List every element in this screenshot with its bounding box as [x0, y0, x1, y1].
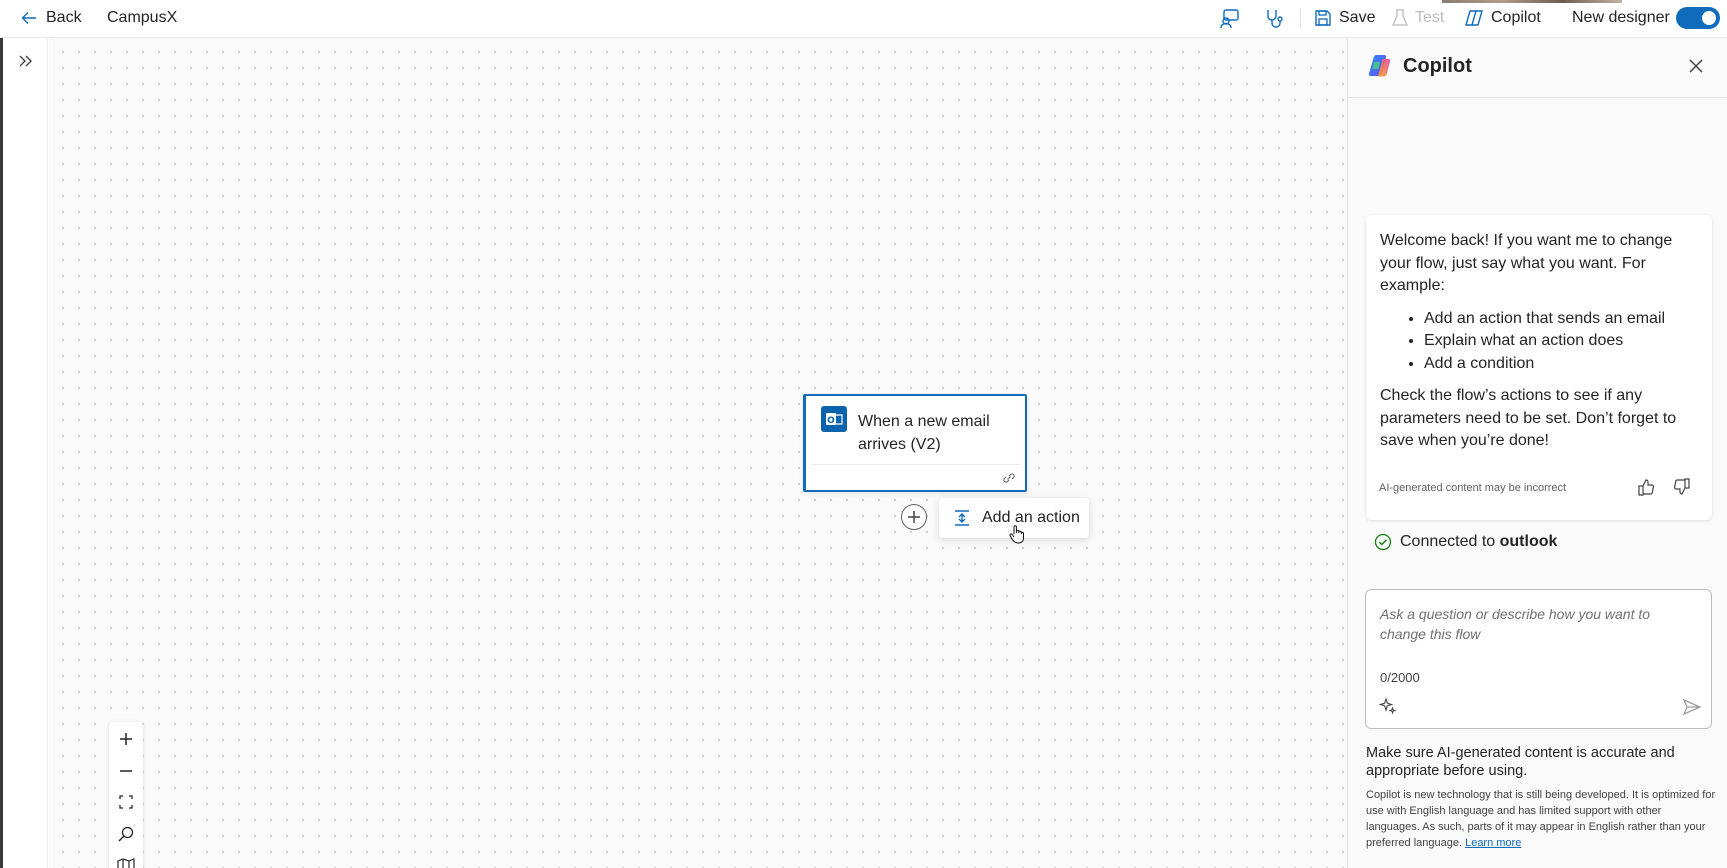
- card-divider: [812, 464, 1019, 465]
- copilot-panel: Copilot Welcome back! If you want me to …: [1347, 38, 1727, 868]
- copilot-info-text: Copilot is new technology that is still …: [1366, 789, 1716, 849]
- new-designer-toggle[interactable]: [1676, 7, 1720, 29]
- copilot-title: Copilot: [1403, 55, 1472, 77]
- flow-checker-button[interactable]: [1218, 6, 1242, 30]
- flow-canvas[interactable]: O When a new email arrives (V2) Add an a…: [49, 38, 1347, 868]
- stethoscope-icon: [1267, 10, 1283, 28]
- person-feedback-icon: [1220, 9, 1239, 29]
- zoom-out-icon: [120, 770, 132, 772]
- trigger-card[interactable]: O When a new email arrives (V2): [803, 394, 1027, 492]
- flask-icon: [1392, 8, 1408, 26]
- copilot-button[interactable]: Copilot: [1464, 0, 1541, 35]
- save-label: Save: [1339, 8, 1376, 26]
- hand-cursor-icon: [1009, 525, 1024, 544]
- zoom-out-button[interactable]: [116, 761, 136, 781]
- copilot-message: Welcome back! If you want me to change y…: [1366, 215, 1712, 520]
- plus-icon: [908, 511, 920, 523]
- add-action-label: Add an action: [982, 509, 1080, 526]
- back-button[interactable]: Back: [19, 0, 82, 35]
- connection-service: outlook: [1499, 533, 1558, 550]
- connection-prefix: Connected to: [1400, 533, 1500, 550]
- example-list: Add an action that sends an email Explai…: [1424, 308, 1698, 376]
- example-item: Explain what an action does: [1424, 330, 1698, 353]
- message-outro: Check the flow’s actions to see if any p…: [1380, 387, 1677, 449]
- new-designer-label: New designer: [1572, 8, 1670, 26]
- sparkle-prompt-icon[interactable]: [1379, 697, 1397, 715]
- test-button[interactable]: Test: [1392, 0, 1444, 35]
- copilot-logo-icon: [1368, 55, 1391, 77]
- zoom-controls: [109, 722, 143, 868]
- learn-more-link[interactable]: Learn more: [1465, 837, 1521, 849]
- char-count: 0/2000: [1380, 670, 1420, 685]
- left-rail: [0, 38, 48, 868]
- zoom-in-icon: [120, 733, 132, 745]
- test-label: Test: [1415, 8, 1445, 26]
- message-intro: Welcome back! If you want me to change y…: [1380, 232, 1673, 294]
- link-icon: [1003, 473, 1015, 483]
- arrow-left-icon: [21, 11, 36, 24]
- save-icon: [1315, 9, 1331, 26]
- fit-view-icon: [119, 795, 133, 809]
- flow-name: CampusX: [107, 8, 178, 26]
- chevron-double-right-icon[interactable]: [16, 51, 36, 71]
- zoom-in-button[interactable]: [116, 729, 136, 749]
- trigger-title: When a new email arrives (V2): [858, 413, 990, 453]
- outlook-icon: O: [821, 406, 847, 432]
- connection-status: Connected to outlook: [1374, 533, 1557, 551]
- example-item: Add a condition: [1424, 353, 1698, 376]
- ai-accuracy-note: Make sure AI-generated content is accura…: [1366, 745, 1675, 779]
- copilot-input[interactable]: Ask a question or describe how you want …: [1365, 589, 1712, 729]
- minimap-icon: [117, 858, 135, 868]
- insert-action-icon: [955, 510, 969, 526]
- health-check-button[interactable]: [1262, 6, 1286, 30]
- back-label: Back: [46, 8, 82, 26]
- thumbs-down-icon[interactable]: [1673, 478, 1691, 496]
- copilot-header: Copilot: [1348, 38, 1727, 98]
- top-bar: Back CampusX Save Test Copilot New desig…: [0, 0, 1727, 38]
- copilot-label: Copilot: [1491, 8, 1541, 26]
- search-icon: [118, 826, 134, 842]
- send-icon[interactable]: [1682, 697, 1702, 717]
- check-circle-icon: [1374, 533, 1392, 551]
- window-edge: [0, 38, 3, 868]
- search-button[interactable]: [116, 824, 136, 844]
- copilot-info-note: Copilot is new technology that is still …: [1366, 787, 1716, 851]
- svg-text:O: O: [827, 416, 835, 426]
- minimap-button[interactable]: [116, 856, 136, 868]
- input-placeholder: Ask a question or describe how you want …: [1380, 606, 1651, 642]
- fit-view-button[interactable]: [116, 792, 136, 812]
- close-icon[interactable]: [1688, 58, 1704, 74]
- ai-disclaimer: AI-generated content may be incorrect: [1379, 482, 1567, 494]
- copilot-icon: [1465, 9, 1483, 26]
- save-button[interactable]: Save: [1314, 0, 1375, 35]
- example-item: Add an action that sends an email: [1424, 308, 1698, 331]
- thumbs-up-icon[interactable]: [1637, 478, 1655, 496]
- toolbar-divider: [1300, 8, 1301, 28]
- add-step-button[interactable]: [901, 504, 927, 530]
